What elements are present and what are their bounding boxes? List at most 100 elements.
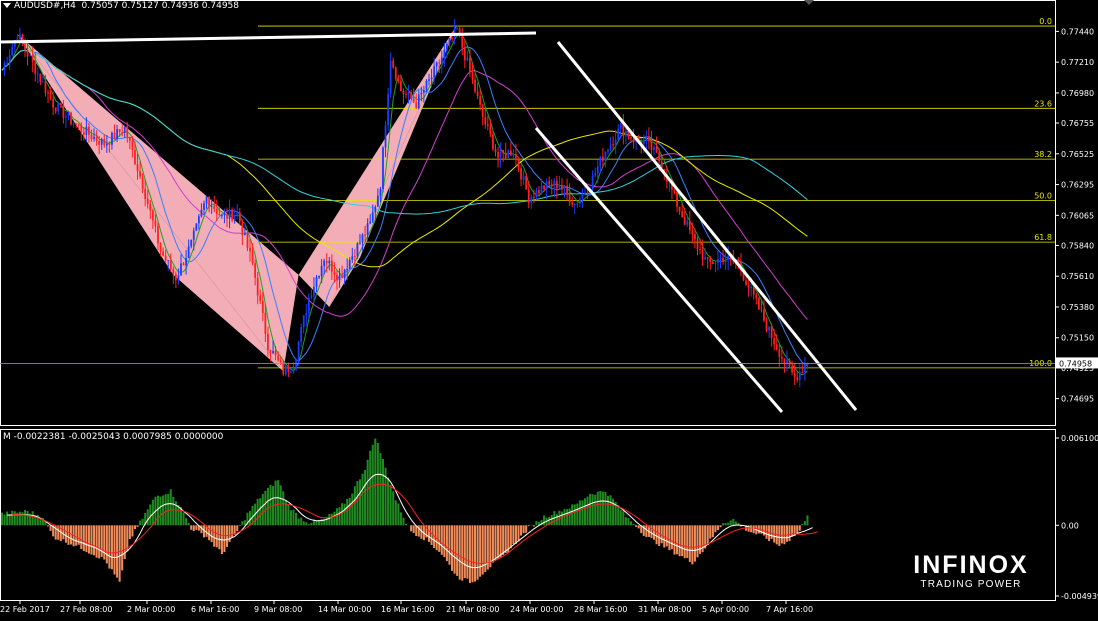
macd-histogram-bar (796, 525, 799, 534)
candle-body (182, 263, 185, 266)
candle-body (596, 166, 599, 174)
macd-histogram-bar (159, 496, 162, 526)
candle-body (617, 128, 620, 140)
macd-histogram-bar (243, 520, 246, 526)
macd-histogram-bar (606, 495, 610, 526)
candle-body (601, 156, 604, 161)
candle-body (34, 61, 37, 74)
candle-body (407, 92, 410, 95)
candle-body (261, 300, 264, 313)
candle-body (277, 355, 280, 361)
candle-body (221, 215, 223, 217)
macd-histogram-bar (279, 485, 282, 526)
candle-body (379, 188, 382, 196)
macd-histogram-bar (185, 518, 188, 526)
candle-body (532, 196, 535, 198)
candle-body (85, 126, 88, 135)
time-axis[interactable]: 22 Feb 2017 27 Feb 08:00 2 Mar 00:00 6 Mar … (0, 600, 813, 614)
candle-body (279, 360, 282, 363)
price-tick-label: 0.76065 (1061, 211, 1094, 220)
macd-histogram-bar (187, 523, 190, 526)
candle-body (578, 198, 581, 204)
candle-body (543, 185, 545, 189)
fib-label: 61.8 (1034, 233, 1052, 242)
candle-body (719, 257, 722, 260)
moving-average-line (1, 46, 808, 367)
time-tick-label: 21 Mar 08:00 (446, 605, 499, 614)
candle-body (215, 209, 218, 215)
candle-body (558, 185, 561, 189)
candle-body (750, 286, 753, 288)
macd-histogram-bar (297, 518, 300, 526)
candle-body (139, 171, 141, 177)
candle-body (648, 136, 650, 140)
macd-histogram-bar (21, 512, 24, 526)
macd-histogram-bar (218, 525, 221, 550)
candle-body (116, 129, 118, 139)
macd-histogram-bar (249, 510, 252, 526)
macd-histogram-bar (241, 521, 244, 526)
candle-body (272, 350, 274, 354)
macd-histogram-bar (358, 479, 361, 526)
macd-histogram-bar (596, 491, 599, 526)
macd-histogram-bar (788, 525, 791, 542)
candle-body (548, 181, 551, 185)
candle-body (561, 185, 563, 189)
candle-body (775, 344, 778, 350)
macd-histogram-bar (282, 491, 285, 526)
candle-body (36, 73, 39, 75)
macd-histogram-bar (466, 525, 469, 579)
candle-body (295, 359, 297, 370)
candle-body (208, 196, 211, 207)
fib-label: 0.0 (1039, 17, 1052, 26)
macd-histogram-bar (581, 500, 584, 526)
chevron-down-icon[interactable] (3, 3, 11, 8)
time-tick-label: 22 Feb 2017 (0, 605, 50, 614)
macd-histogram-bar (451, 525, 454, 571)
candle-body (456, 28, 459, 30)
candle-body (254, 263, 257, 278)
candle-body (364, 234, 366, 236)
macd-histogram-bar (167, 493, 170, 526)
macd-histogram-bar (476, 525, 479, 580)
candle-body (471, 71, 474, 80)
candle-body (545, 181, 548, 189)
macd-histogram-bar (645, 525, 648, 538)
candle-body (389, 60, 392, 94)
candle-body (264, 312, 267, 334)
candle-body (249, 247, 251, 252)
candle-body (747, 285, 750, 288)
macd-histogram-bar (711, 525, 714, 538)
candle-body (530, 196, 533, 203)
candle-body (499, 150, 502, 158)
macd-histogram-bar (310, 522, 313, 526)
candle-body (517, 157, 520, 169)
candle-body (126, 126, 129, 137)
macd-histogram-bar (479, 525, 482, 577)
macd-histogram-bar (392, 491, 395, 526)
macd-histogram-bar (525, 525, 528, 533)
candle-body (573, 204, 576, 206)
candle-body (463, 47, 466, 61)
candle-body (162, 251, 164, 256)
macd-histogram-bar (653, 525, 656, 540)
candle-body (619, 123, 622, 129)
macd-histogram-bar (709, 525, 712, 539)
collapse-icon[interactable] (804, 0, 814, 5)
macd-histogram-bar (225, 525, 229, 547)
macd-histogram-bar (113, 525, 116, 575)
macd-histogram-bar (85, 525, 88, 553)
candle-body (691, 230, 694, 234)
price-tick-label: 0.74695 (1061, 395, 1094, 404)
candle-body (783, 358, 786, 364)
candle-body (3, 63, 6, 71)
candle-body (151, 210, 154, 221)
macd-histogram-bar (445, 525, 448, 562)
macd-histogram-bar (18, 511, 21, 526)
candle-body (8, 55, 11, 63)
candle-body (773, 338, 776, 345)
candle-body (197, 216, 200, 224)
chart-header: AUDUSD#,H4 0.75057 0.75127 0.74936 0.749… (3, 1, 239, 11)
macd-histogram-bar (637, 525, 640, 529)
candle-body (384, 125, 387, 148)
